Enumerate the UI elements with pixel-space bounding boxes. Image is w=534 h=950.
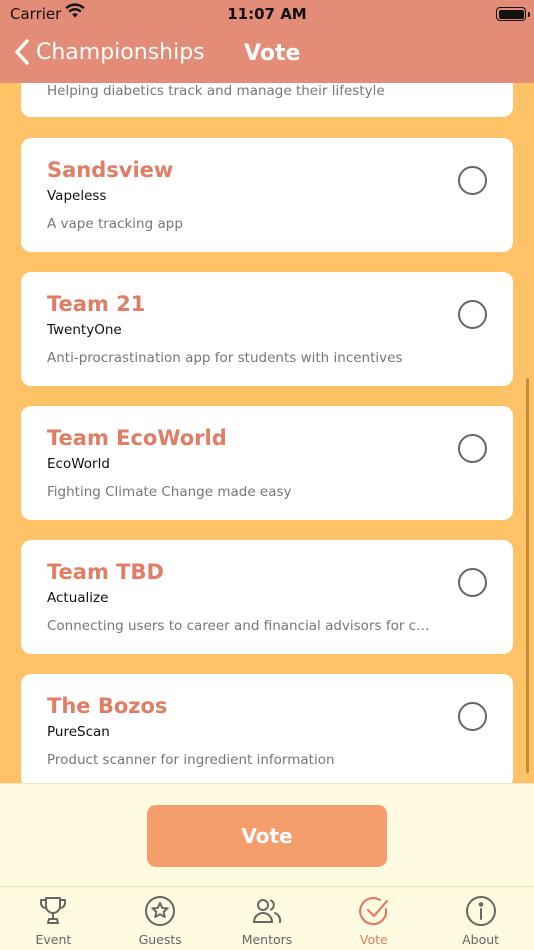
tab-label: Mentors — [241, 932, 293, 947]
list-item[interactable]: Team 21 TwentyOne Anti-procrastination a… — [21, 272, 513, 386]
item-description: Anti-procrastination app for students wi… — [47, 350, 403, 366]
star-icon — [145, 896, 176, 926]
app-name: PureScan — [47, 724, 110, 740]
radio-button[interactable] — [458, 300, 487, 329]
tab-bar: Event Guests Mentors Vote About — [0, 886, 534, 950]
battery-icon — [496, 7, 530, 21]
tab-label: Guests — [138, 932, 182, 947]
app-name: TwentyOne — [47, 322, 122, 338]
app-name: Vapeless — [47, 188, 107, 204]
page-title: Vote — [244, 41, 301, 66]
trophy-icon — [40, 897, 67, 924]
tab-label: Event — [35, 932, 72, 947]
chevron-left-icon — [15, 39, 29, 65]
team-name: The Bozos — [47, 694, 168, 718]
team-name: Team 21 — [47, 292, 146, 316]
status-time: 11:07 AM — [227, 5, 307, 23]
item-description: Product scanner for ingredient informati… — [47, 752, 335, 768]
status-bar: Carrier 11:07 AM — [0, 0, 534, 28]
radio-button[interactable] — [458, 568, 487, 597]
checkmark-circle-icon — [358, 897, 388, 926]
team-name: Team EcoWorld — [47, 426, 227, 450]
back-button[interactable]: Championships — [14, 39, 205, 65]
radio-button[interactable] — [458, 702, 487, 731]
tab-label: Vote — [359, 932, 388, 947]
app-name: Actualize — [47, 590, 109, 606]
item-description: Fighting Climate Change made easy — [47, 484, 292, 500]
info-icon — [465, 896, 496, 926]
list-item[interactable]: Sandsview Vapeless A vape tracking app — [21, 138, 513, 252]
list-item: Helping diabetics track and manage their… — [21, 83, 513, 117]
tab-mentors[interactable]: Mentors — [214, 887, 321, 950]
tab-about[interactable]: About — [427, 887, 534, 950]
tab-event[interactable]: Event — [0, 887, 107, 950]
tab-label: About — [462, 932, 500, 947]
list-item[interactable]: Team TBD Actualize Connecting users to c… — [21, 540, 513, 654]
scrollbar[interactable] — [526, 378, 529, 773]
team-list[interactable]: Helping diabetics track and manage their… — [0, 83, 534, 783]
radio-button[interactable] — [458, 166, 487, 195]
tab-guests[interactable]: Guests — [107, 887, 214, 950]
navigation-bar: Championships Vote — [0, 32, 534, 76]
item-description: Helping diabetics track and manage their… — [47, 83, 385, 99]
team-name: Sandsview — [47, 158, 174, 182]
vote-button[interactable]: Vote — [147, 805, 387, 867]
tab-vote[interactable]: Vote — [320, 887, 427, 950]
radio-button[interactable] — [458, 434, 487, 463]
item-description: A vape tracking app — [47, 216, 183, 232]
people-icon — [252, 899, 282, 923]
top-bar: Carrier 11:07 AM Championships Vote — [0, 0, 534, 83]
back-button-label: Championships — [36, 39, 205, 65]
item-description: Connecting users to career and financial… — [47, 618, 437, 634]
app-name: EcoWorld — [47, 456, 110, 472]
list-item[interactable]: The Bozos PureScan Product scanner for i… — [21, 674, 513, 783]
list-item[interactable]: Team EcoWorld EcoWorld Fighting Climate … — [21, 406, 513, 520]
vote-footer: Vote — [0, 783, 534, 886]
team-name: Team TBD — [47, 560, 164, 584]
